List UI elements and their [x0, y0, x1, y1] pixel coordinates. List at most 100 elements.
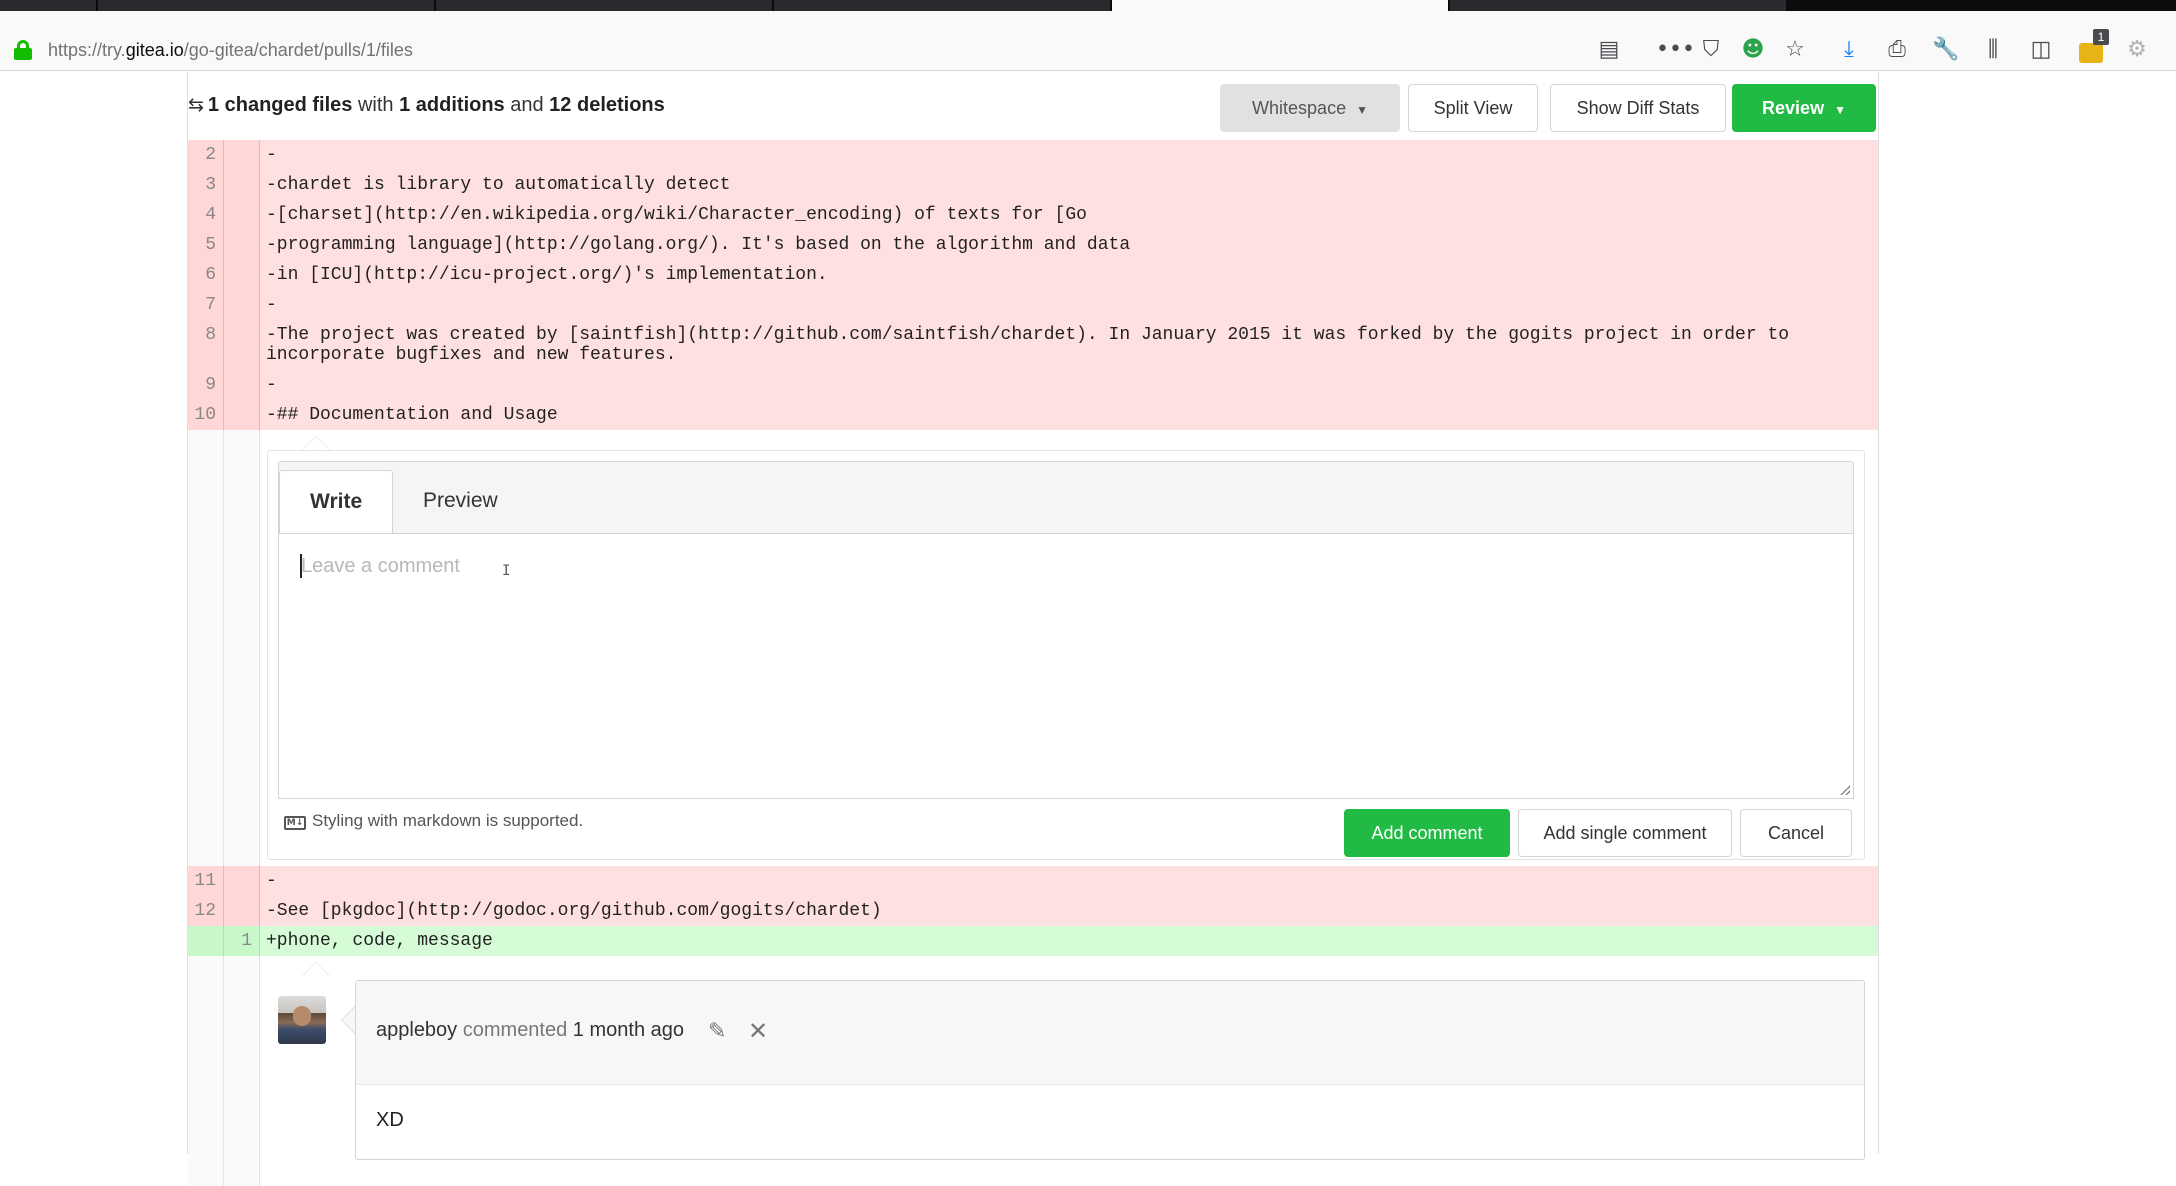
diff-line-deleted: 5 -programming language](http://golang.or… [188, 230, 1878, 260]
code-line: - [266, 145, 277, 165]
comment-textarea[interactable]: Leave a comment I [278, 533, 1854, 799]
new-line-number[interactable] [224, 400, 260, 430]
code-line: - [266, 375, 277, 395]
new-line-number[interactable] [224, 866, 260, 896]
diff-line-added: 1 +phone, code, message [188, 926, 1878, 956]
new-line-number[interactable] [224, 896, 260, 926]
diff-line-deleted: 12 -See [pkgdoc](http://godoc.org/github.… [188, 896, 1878, 926]
diff-line-deleted: 11 - [188, 866, 1878, 896]
cancel-button[interactable]: Cancel [1740, 809, 1852, 857]
old-line-number[interactable]: 6 [188, 260, 224, 290]
diff-table: 2-3 -chardet is library to automatically … [188, 140, 1878, 1186]
browser-tab[interactable] [0, 0, 96, 11]
code-line: - [266, 295, 277, 315]
new-line-number[interactable] [224, 230, 260, 260]
inline-comment-form-row: Write Preview Leave a comment I M↓ Stylin… [188, 430, 1878, 866]
old-line-number[interactable]: 10 [188, 400, 224, 430]
url-text[interactable]: https://try.gitea.io/go-gitea/chardet/pu… [48, 40, 413, 61]
comment-meta: appleboy commented 1 month ago [376, 1019, 684, 1041]
diff-line-deleted: 10 -## Documentation and Usage [188, 400, 1878, 430]
mouse-ibeam-icon: I [502, 563, 511, 579]
old-line-number[interactable]: 11 [188, 866, 224, 896]
old-line-number[interactable]: 2 [188, 140, 224, 170]
library-icon[interactable]: ⫼ [1980, 37, 2006, 63]
new-line-number[interactable] [224, 260, 260, 290]
new-line-number[interactable] [224, 200, 260, 230]
bookmark-star-icon[interactable]: ☆ [1782, 37, 1808, 63]
split-view-button[interactable]: Split View [1408, 84, 1538, 132]
new-line-number[interactable] [224, 290, 260, 320]
comment-form: Write Preview Leave a comment I M↓ Stylin… [267, 450, 1865, 860]
chevron-down-icon: ▼ [1834, 103, 1846, 117]
code-line: -in [ICU](http://icu-project.org/)'s imp… [266, 265, 828, 285]
old-line-number[interactable]: 9 [188, 370, 224, 400]
markdown-note: M↓ Styling with markdown is supported. [284, 811, 583, 831]
extension-icon[interactable]: ☻ [1740, 37, 1766, 63]
browser-tab-strip [0, 0, 2176, 11]
browser-tab[interactable] [774, 0, 1110, 11]
tab-write[interactable]: Write [279, 470, 394, 534]
diff-line-deleted: 4 -[charset](http://en.wikipedia.org/wiki… [188, 200, 1878, 230]
tab-preview[interactable]: Preview [393, 470, 528, 534]
old-line-number[interactable]: 5 [188, 230, 224, 260]
posted-comment-row: appleboy commented 1 month ago ✎ ✕ XD [188, 956, 1878, 1186]
close-icon[interactable]: ✕ [748, 1017, 768, 1045]
browser-tab[interactable] [98, 0, 434, 11]
diff-line-deleted: 6 -in [ICU](http://icu-project.org/)'s im… [188, 260, 1878, 290]
comment-tabs: Write Preview [278, 461, 1854, 534]
browser-tab[interactable] [436, 0, 772, 11]
code-line: -The project was created by [saintfish](… [266, 325, 1800, 365]
download-icon[interactable]: ⤓ [1836, 37, 1862, 63]
lock-icon [14, 40, 32, 60]
add-comment-button[interactable]: Add comment [1344, 809, 1510, 857]
diff-line-deleted: 3 -chardet is library to automatically de… [188, 170, 1878, 200]
notification-icon[interactable]: 1 [2079, 29, 2110, 66]
chevron-down-icon: ▼ [1356, 103, 1368, 117]
new-line-number[interactable] [224, 370, 260, 400]
diff-line-deleted: 9- [188, 370, 1878, 400]
wrench-icon[interactable]: 🔧 [1932, 37, 1959, 63]
old-line-number[interactable] [188, 926, 224, 956]
code-line: -[charset](http://en.wikipedia.org/wiki/… [266, 205, 1087, 225]
old-line-number[interactable]: 4 [188, 200, 224, 230]
extension2-icon[interactable]: ⚙ [2124, 37, 2150, 63]
old-line-number[interactable]: 7 [188, 290, 224, 320]
add-single-comment-button[interactable]: Add single comment [1518, 809, 1732, 857]
resize-handle[interactable] [1840, 785, 1850, 795]
comment-time[interactable]: 1 month ago [573, 1019, 684, 1041]
avatar[interactable] [278, 996, 326, 1044]
comment-box-pointer [341, 1006, 355, 1034]
code-line: -See [pkgdoc](http://godoc.org/github.co… [266, 901, 882, 921]
more-icon[interactable]: ••• [1656, 37, 1695, 63]
form-pointer [302, 436, 330, 450]
diff-toolbar: ⇆ 1 changed files with 1 additions and 12… [188, 72, 1878, 140]
new-line-number[interactable]: 1 [224, 926, 260, 956]
pencil-icon[interactable]: ✎ [708, 1019, 726, 1044]
pocket-icon[interactable]: ⛉ [1698, 37, 1724, 63]
old-line-number[interactable]: 12 [188, 896, 224, 926]
diff-line-deleted: 2- [188, 140, 1878, 170]
old-line-number[interactable]: 3 [188, 170, 224, 200]
new-line-number[interactable] [224, 140, 260, 170]
markdown-icon: M↓ [284, 816, 306, 830]
new-line-number[interactable] [224, 320, 260, 370]
print-icon[interactable]: ⎙ [1884, 37, 1910, 63]
browser-tab-active[interactable] [1112, 0, 1448, 11]
comment-author[interactable]: appleboy [376, 1019, 457, 1041]
sidebar-icon[interactable]: ◫ [2028, 37, 2054, 63]
code-line: -chardet is library to automatically det… [266, 175, 731, 195]
whitespace-dropdown[interactable]: Whitespace ▼ [1220, 84, 1400, 132]
diff-line-deleted: 7- [188, 290, 1878, 320]
comment-body: XD [376, 1109, 404, 1131]
pull-request-files-page: ⇆ 1 changed files with 1 additions and 12… [187, 72, 1879, 1186]
review-button[interactable]: Review ▼ [1732, 84, 1876, 132]
url-bar[interactable]: https://try.gitea.io/go-gitea/chardet/pu… [0, 11, 2176, 71]
text-cursor [300, 554, 302, 578]
reader-view-icon[interactable]: ▤ [1596, 37, 1622, 63]
code-line: - [266, 871, 277, 891]
show-diff-stats-button[interactable]: Show Diff Stats [1550, 84, 1726, 132]
old-line-number[interactable]: 8 [188, 320, 224, 370]
new-line-number[interactable] [224, 170, 260, 200]
code-line: +phone, code, message [266, 931, 493, 951]
browser-tab[interactable] [1450, 0, 1786, 11]
